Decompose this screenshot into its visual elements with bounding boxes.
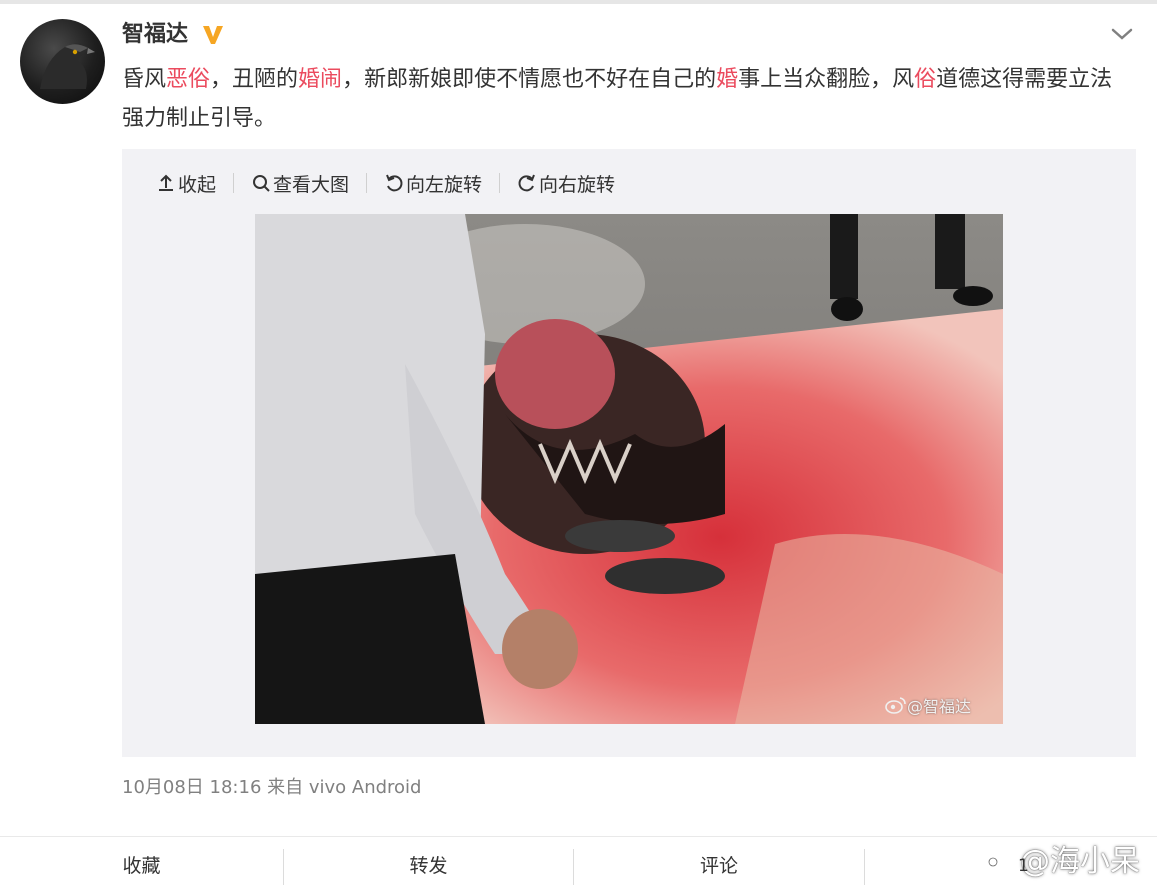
post-text-segment: 昏风 <box>122 67 167 92</box>
corner-watermark: @海小呆 <box>978 838 1140 879</box>
highlighted-keyword[interactable]: 俗 <box>914 67 936 92</box>
view-large-button[interactable]: 查看大图 <box>251 170 349 197</box>
highlighted-keyword[interactable]: 恶俗 <box>166 67 210 92</box>
photo-watermark-text: @智福达 <box>907 697 972 716</box>
media-toolbar: 收起 查看大图 向左旋转 向右旋转 <box>156 168 615 198</box>
highlighted-keyword[interactable]: 婚 <box>716 67 738 92</box>
toolbar-divider <box>233 173 235 193</box>
comment-button[interactable]: 评论 <box>574 837 864 885</box>
view-large-label: 查看大图 <box>273 173 350 196</box>
weibo-logo-icon <box>978 843 1019 874</box>
post-text-segment: ，丑陋的 <box>210 67 299 92</box>
post-meta: 10月08日 18:16 来自 vivo Android <box>122 777 422 798</box>
collapse-button[interactable]: 收起 <box>156 170 216 197</box>
rotate-right-label: 向右旋转 <box>539 173 616 196</box>
post-text-segment: ，新郎新娘即使不情愿也不好在自己的 <box>342 67 717 92</box>
toolbar-divider <box>499 173 501 193</box>
avatar[interactable] <box>20 19 105 104</box>
top-border <box>0 0 1157 4</box>
action-divider <box>864 849 865 885</box>
search-icon <box>253 175 270 192</box>
post-text: 昏风恶俗，丑陋的婚闹，新郎新娘即使不情愿也不好在自己的婚事上当众翻脸，风俗道德这… <box>122 60 1122 138</box>
weibo-logo-icon <box>885 697 906 714</box>
collapse-label: 收起 <box>178 173 217 196</box>
like-count: 1 <box>1018 856 1029 876</box>
favorite-button[interactable]: 收藏 <box>0 837 283 885</box>
post-text-segment: 事上当众翻脸，风 <box>738 67 915 92</box>
rotate-left-button[interactable]: 向左旋转 <box>384 170 482 197</box>
verified-v-icon <box>201 20 225 48</box>
corner-watermark-text: @海小呆 <box>1020 844 1140 879</box>
author-name[interactable]: 智福达 <box>122 20 188 50</box>
post-photo[interactable] <box>255 214 1003 724</box>
upload-arrow-icon <box>159 174 173 191</box>
rotate-left-icon <box>386 174 403 192</box>
rotate-right-button[interactable]: 向右旋转 <box>517 170 615 197</box>
chevron-down-icon[interactable] <box>1108 22 1136 46</box>
repost-button[interactable]: 转发 <box>284 837 573 885</box>
rotate-left-label: 向左旋转 <box>406 173 483 196</box>
toolbar-divider <box>366 173 368 193</box>
rotate-right-icon <box>518 174 535 192</box>
highlighted-keyword[interactable]: 婚闹 <box>298 67 342 92</box>
photo-watermark: @智福达 <box>885 693 971 717</box>
